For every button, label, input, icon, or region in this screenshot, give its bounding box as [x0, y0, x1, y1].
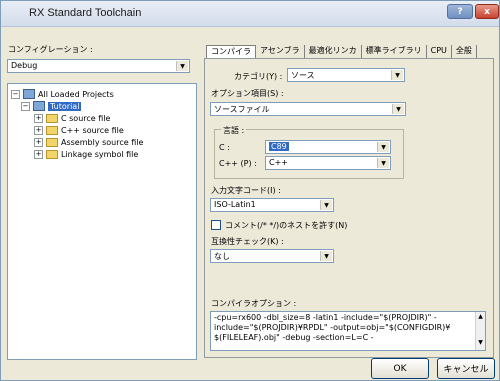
tree-item-linkage-symbol[interactable]: + Linkage symbol file: [34, 148, 138, 160]
compatibility-select[interactable]: なし ▼: [210, 249, 334, 263]
expand-icon[interactable]: +: [34, 149, 43, 159]
tab-optimizing-linker[interactable]: 最適化リンカ: [305, 45, 362, 58]
category-value: ソース: [291, 71, 315, 80]
tree-item-all-projects[interactable]: − All Loaded Projects: [11, 88, 114, 100]
chevron-down-icon: ▼: [377, 142, 389, 152]
c-standard-value: C89: [269, 142, 289, 151]
chevron-down-icon: ▼: [377, 158, 389, 168]
expand-icon[interactable]: +: [34, 137, 43, 147]
window-title: RX Standard Toolchain: [29, 7, 142, 19]
nested-comment-checkbox[interactable]: [211, 220, 221, 230]
chevron-down-icon: ▼: [320, 251, 332, 261]
chevron-down-icon: ▼: [391, 70, 403, 80]
cancel-button[interactable]: キャンセル: [437, 358, 495, 379]
compiler-options-line: -cpu=rx600 -dbl_size=8 -latin1 -include=…: [214, 313, 437, 322]
cpp-label: C++ (P) :: [219, 159, 257, 168]
chevron-down-icon: ▼: [392, 104, 404, 114]
compatibility-label: 互換性チェック(K) :: [211, 237, 284, 246]
compiler-options-textarea[interactable]: -cpu=rx600 -dbl_size=8 -latin1 -include=…: [210, 311, 486, 351]
compiler-options-line: include="$(PROJDIR)¥RPDL" -output=obj="$…: [214, 323, 451, 332]
scroll-up-icon[interactable]: ▲: [476, 312, 485, 322]
tree-item-label: C++ source file: [61, 125, 124, 135]
option-item-value: ソースファイル: [214, 105, 270, 114]
tab-assembler[interactable]: アセンブラ: [256, 45, 305, 58]
scroll-down-icon[interactable]: ▼: [476, 338, 485, 348]
project-icon: [33, 101, 45, 111]
configuration-label: コンフィグレーション :: [8, 45, 93, 54]
option-item-select[interactable]: ソースファイル ▼: [210, 102, 406, 116]
folder-icon: [46, 125, 58, 135]
c-label: C :: [219, 143, 230, 152]
configuration-value: Debug: [11, 61, 38, 70]
language-group: [214, 129, 404, 179]
chevron-down-icon: ▼: [176, 61, 188, 71]
c-standard-select[interactable]: C89 ▼: [265, 140, 391, 154]
category-label: カテゴリ(Y) :: [234, 72, 283, 81]
folder-icon: [46, 113, 58, 123]
option-item-label: オプション項目(S) :: [211, 89, 284, 98]
expand-icon[interactable]: +: [34, 113, 43, 123]
cpp-standard-value: C++: [269, 158, 288, 167]
tree-item-label: Tutorial: [48, 101, 82, 111]
nested-comment-label: コメント(/* */)のネストを許す(N): [225, 221, 348, 230]
tree-item-label: C source file: [61, 113, 111, 123]
category-select[interactable]: ソース ▼: [287, 68, 405, 82]
tree-item-label: Assembly source file: [61, 137, 144, 147]
compatibility-value: なし: [214, 252, 230, 261]
help-icon: ?: [457, 6, 463, 17]
collapse-icon[interactable]: −: [21, 101, 30, 111]
folder-icon: [46, 137, 58, 147]
dialog-window: RX Standard Toolchain ? x コンフィグレーション : D…: [0, 0, 500, 381]
chevron-down-icon: ▼: [320, 200, 332, 210]
options-scrollbar[interactable]: ▲ ▼: [475, 312, 485, 350]
folder-icon: [46, 149, 58, 159]
expand-icon[interactable]: +: [34, 125, 43, 135]
input-charset-value: ISO-Latin1: [214, 200, 256, 209]
input-charset-select[interactable]: ISO-Latin1 ▼: [210, 198, 334, 212]
project-tree[interactable]: − All Loaded Projects − Tutorial + C sou…: [7, 83, 197, 360]
help-button[interactable]: ?: [447, 4, 473, 19]
projects-icon: [23, 89, 35, 99]
ok-button[interactable]: OK: [371, 358, 429, 379]
collapse-icon[interactable]: −: [11, 89, 20, 99]
tab-cpu[interactable]: CPU: [427, 45, 452, 58]
ok-button-label: OK: [393, 363, 407, 374]
tab-strip: コンパイラ アセンブラ 最適化リンカ 標準ライブラリ CPU 全般: [206, 45, 477, 58]
tree-item-assembly-source[interactable]: + Assembly source file: [34, 136, 143, 148]
tab-general[interactable]: 全般: [452, 45, 477, 58]
cancel-button-label: キャンセル: [443, 365, 489, 375]
close-button[interactable]: x: [475, 4, 499, 19]
language-group-label: 言語 :: [221, 125, 247, 136]
tree-item-cpp-source[interactable]: + C++ source file: [34, 124, 124, 136]
tree-item-c-source[interactable]: + C source file: [34, 112, 110, 124]
tree-item-label: All Loaded Projects: [38, 89, 114, 99]
compiler-options-label: コンパイラオプション :: [211, 299, 297, 308]
tab-standard-library[interactable]: 標準ライブラリ: [362, 45, 427, 58]
close-icon: x: [484, 6, 490, 17]
title-bar: RX Standard Toolchain ? x: [1, 1, 499, 27]
input-charset-label: 入力文字コード(I) :: [211, 186, 281, 195]
tree-item-tutorial[interactable]: − Tutorial: [21, 100, 82, 112]
tab-compiler[interactable]: コンパイラ: [206, 45, 256, 58]
cpp-standard-select[interactable]: C++ ▼: [265, 156, 391, 170]
tree-item-label: Linkage symbol file: [61, 149, 139, 159]
configuration-select[interactable]: Debug ▼: [7, 59, 190, 73]
compiler-options-line: $(FILELEAF).obj" -debug -section=L=C -: [214, 333, 374, 342]
